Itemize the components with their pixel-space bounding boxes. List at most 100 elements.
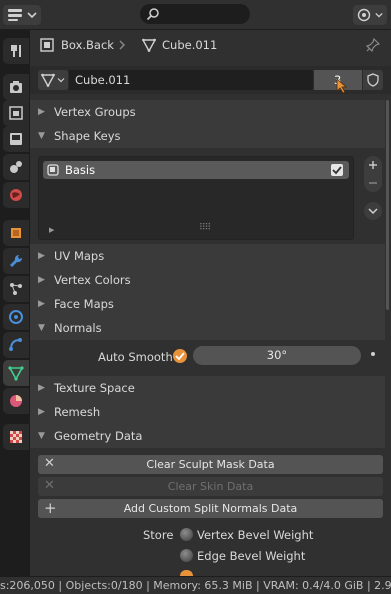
- auto-smooth-angle-field[interactable]: 30°: [193, 346, 361, 365]
- tab-world[interactable]: [3, 182, 29, 208]
- tab-view-layer[interactable]: [3, 126, 29, 152]
- add-icon: +: [44, 499, 57, 517]
- mouse-cursor-icon: [336, 78, 348, 94]
- particles-icon: [10, 283, 22, 295]
- shape-keys-list: Basis ▶ ⠿⠿: [38, 156, 354, 240]
- tab-object[interactable]: [3, 220, 29, 246]
- wrench-icon: [10, 254, 23, 267]
- add-icon[interactable]: [364, 156, 382, 174]
- panel-title: Vertex Colors: [54, 273, 131, 287]
- chevron-right-icon: ▶: [38, 107, 45, 117]
- render-icon: [10, 81, 22, 93]
- chevron-right-icon: ▶: [38, 275, 45, 285]
- panel-vertex-colors[interactable]: ▶ Vertex Colors: [30, 268, 385, 292]
- breadcrumb-mesh-name: Cube.011: [162, 38, 218, 52]
- users-count-button[interactable]: 3: [314, 70, 362, 94]
- clear-sculpt-mask-button[interactable]: ✕ Clear Sculpt Mask Data: [38, 455, 383, 474]
- shape-key-specials-menu[interactable]: [364, 202, 382, 220]
- checkmark-icon: [332, 166, 342, 175]
- panel-shape-keys[interactable]: ▼ Shape Keys: [30, 124, 385, 148]
- auto-smooth-angle-value: 30°: [266, 348, 288, 362]
- auto-smooth-label: Auto Smooth: [98, 350, 173, 364]
- tab-output[interactable]: [3, 100, 29, 126]
- tab-physics[interactable]: [3, 304, 29, 330]
- properties-header: [0, 0, 391, 30]
- animate-property-dot-icon[interactable]: [371, 352, 375, 356]
- mesh-name-value: Cube.011: [75, 73, 131, 87]
- chevron-down-icon: [27, 12, 37, 19]
- panel-title: Shape Keys: [54, 129, 121, 143]
- chevron-down-icon: ▼: [38, 431, 45, 441]
- search-icon: [146, 8, 159, 21]
- button-label: Clear Sculpt Mask Data: [146, 458, 275, 471]
- panel-title: Vertex Groups: [54, 105, 136, 119]
- tab-render[interactable]: [3, 74, 29, 100]
- mesh-name-field[interactable]: Cube.011: [69, 70, 313, 90]
- edge-bevel-weight-radio[interactable]: [180, 549, 193, 562]
- clear-skin-data-button[interactable]: ✕ Clear Skin Data: [38, 477, 383, 496]
- edge-bevel-weight-label[interactable]: Edge Bevel Weight: [197, 549, 305, 563]
- tab-particles[interactable]: [3, 276, 29, 302]
- panel-title: Geometry Data: [54, 429, 143, 443]
- physics-icon: [9, 310, 23, 324]
- tab-texture[interactable]: [3, 424, 29, 450]
- list-item[interactable]: Basis: [43, 161, 349, 179]
- shape-key-checkbox[interactable]: [331, 164, 343, 176]
- close-icon: ✕: [44, 478, 55, 493]
- panel-title: Face Maps: [54, 297, 114, 311]
- list-filter-toggle-icon[interactable]: ▶: [49, 226, 54, 234]
- checkmark-icon: [175, 352, 185, 361]
- view-options-icon: [357, 8, 371, 22]
- shape-key-add-remove: [364, 156, 382, 192]
- pin-icon[interactable]: [366, 38, 380, 52]
- chevron-down-icon: [375, 12, 383, 18]
- shape-key-name: Basis: [65, 163, 96, 177]
- scrollbar[interactable]: [386, 100, 389, 310]
- auto-smooth-checkbox[interactable]: [173, 349, 187, 363]
- status-bar: s:206,050 | Objects:0/180 | Memory: 65.3…: [0, 576, 391, 594]
- fake-user-button[interactable]: [363, 70, 383, 90]
- vertex-bevel-weight-label[interactable]: Vertex Bevel Weight: [197, 528, 313, 542]
- material-icon: [10, 395, 22, 407]
- panel-title: UV Maps: [54, 249, 105, 263]
- panel-normals[interactable]: ▼ Normals: [30, 316, 385, 340]
- chevron-down-icon: [57, 78, 65, 83]
- panel-geometry-data[interactable]: ▼ Geometry Data: [30, 424, 385, 448]
- panel-vertex-groups[interactable]: ▶ Vertex Groups: [30, 100, 385, 124]
- panel-texture-space[interactable]: ▶ Texture Space: [30, 376, 385, 400]
- properties-main: Box.Back Cube.011 Cube.011 3: [30, 30, 391, 576]
- tab-scene[interactable]: [3, 154, 29, 180]
- panel-face-maps[interactable]: ▶ Face Maps: [30, 292, 385, 316]
- status-text: s:206,050 | Objects:0/180 | Memory: 65.3…: [0, 579, 391, 592]
- tab-constraints[interactable]: [3, 332, 29, 358]
- chevron-right-icon: ▶: [38, 299, 45, 309]
- scene-icon: [10, 161, 22, 173]
- panel-remesh[interactable]: ▶ Remesh: [30, 400, 385, 424]
- tab-material[interactable]: [3, 388, 29, 414]
- options-dropdown[interactable]: [353, 5, 387, 25]
- mesh-datablock-row: Cube.011 3: [30, 66, 391, 94]
- shape-keys-body: Basis ▶ ⠿⠿: [30, 148, 385, 248]
- add-custom-split-normals-button[interactable]: + Add Custom Split Normals Data: [38, 499, 383, 518]
- tab-modifiers[interactable]: [3, 248, 29, 274]
- properties-tab-strip: [0, 30, 30, 576]
- editor-type-dropdown[interactable]: [3, 5, 41, 25]
- chevron-right-icon: ▶: [38, 251, 45, 261]
- remove-icon[interactable]: [364, 174, 382, 192]
- list-resize-grip-icon[interactable]: ⠿⠿: [199, 223, 211, 233]
- chevron-down-icon: ▼: [38, 323, 45, 333]
- breadcrumb: Box.Back Cube.011: [30, 30, 391, 60]
- search-input[interactable]: [140, 4, 250, 24]
- browse-mesh-button[interactable]: [38, 70, 68, 90]
- output-icon: [9, 106, 23, 120]
- panel-title: Texture Space: [54, 381, 135, 395]
- chevron-right-icon: ▶: [38, 383, 45, 393]
- constraints-icon: [9, 338, 22, 351]
- panel-uv-maps[interactable]: ▶ UV Maps: [30, 244, 385, 268]
- world-icon: [10, 189, 22, 201]
- tab-tool[interactable]: [3, 38, 29, 64]
- panel-title: Remesh: [54, 405, 101, 419]
- tab-object-data[interactable]: [3, 360, 29, 386]
- chevron-down-icon: [368, 208, 378, 215]
- vertex-bevel-weight-radio[interactable]: [180, 528, 193, 541]
